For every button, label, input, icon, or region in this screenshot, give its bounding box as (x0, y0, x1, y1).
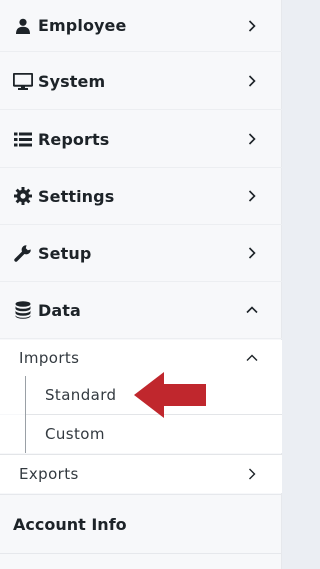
nav-item-settings[interactable]: Settings (0, 168, 282, 225)
nav-item-reports[interactable]: Reports (0, 111, 282, 168)
nav-label-data: Data (38, 300, 81, 320)
sidebar-nav: Employee System Reports Settings Setup D… (0, 0, 282, 569)
submenu-item-exports[interactable]: Exports (0, 455, 282, 493)
exports-label: Exports (19, 465, 79, 483)
chevron-right-icon (246, 133, 258, 145)
tree-connector-line (25, 376, 26, 453)
database-icon (12, 300, 34, 320)
standard-label: Standard (45, 386, 117, 404)
submenu-item-custom[interactable]: Custom (0, 415, 282, 453)
nav-item-setup[interactable]: Setup (0, 225, 282, 282)
custom-label: Custom (45, 425, 105, 443)
chevron-right-icon (246, 19, 258, 32)
list-icon (12, 129, 34, 149)
nav-label-system: System (38, 71, 106, 91)
gear-icon (12, 186, 34, 206)
chevron-up-icon (246, 304, 258, 316)
chevron-up-icon (246, 352, 258, 364)
nav-item-data[interactable]: Data (0, 282, 282, 339)
chevron-right-icon (246, 75, 258, 87)
chevron-right-icon (246, 247, 258, 259)
imports-label: Imports (19, 349, 80, 367)
nav-label-settings: Settings (38, 186, 115, 206)
monitor-icon (12, 71, 34, 91)
chevron-right-icon (246, 468, 258, 480)
nav-label-employee: Employee (38, 16, 127, 35)
account-info-label: Account Info (13, 515, 127, 534)
nav-label-reports: Reports (38, 129, 110, 149)
nav-item-account-info[interactable]: Account Info (0, 494, 282, 554)
user-icon (12, 16, 34, 36)
nav-item-system[interactable]: System (0, 53, 282, 110)
chevron-right-icon (246, 190, 258, 202)
pointer-arrow-icon (134, 372, 206, 418)
nav-item-employee[interactable]: Employee (0, 0, 282, 52)
wrench-icon (12, 243, 34, 263)
nav-label-setup: Setup (38, 243, 92, 263)
